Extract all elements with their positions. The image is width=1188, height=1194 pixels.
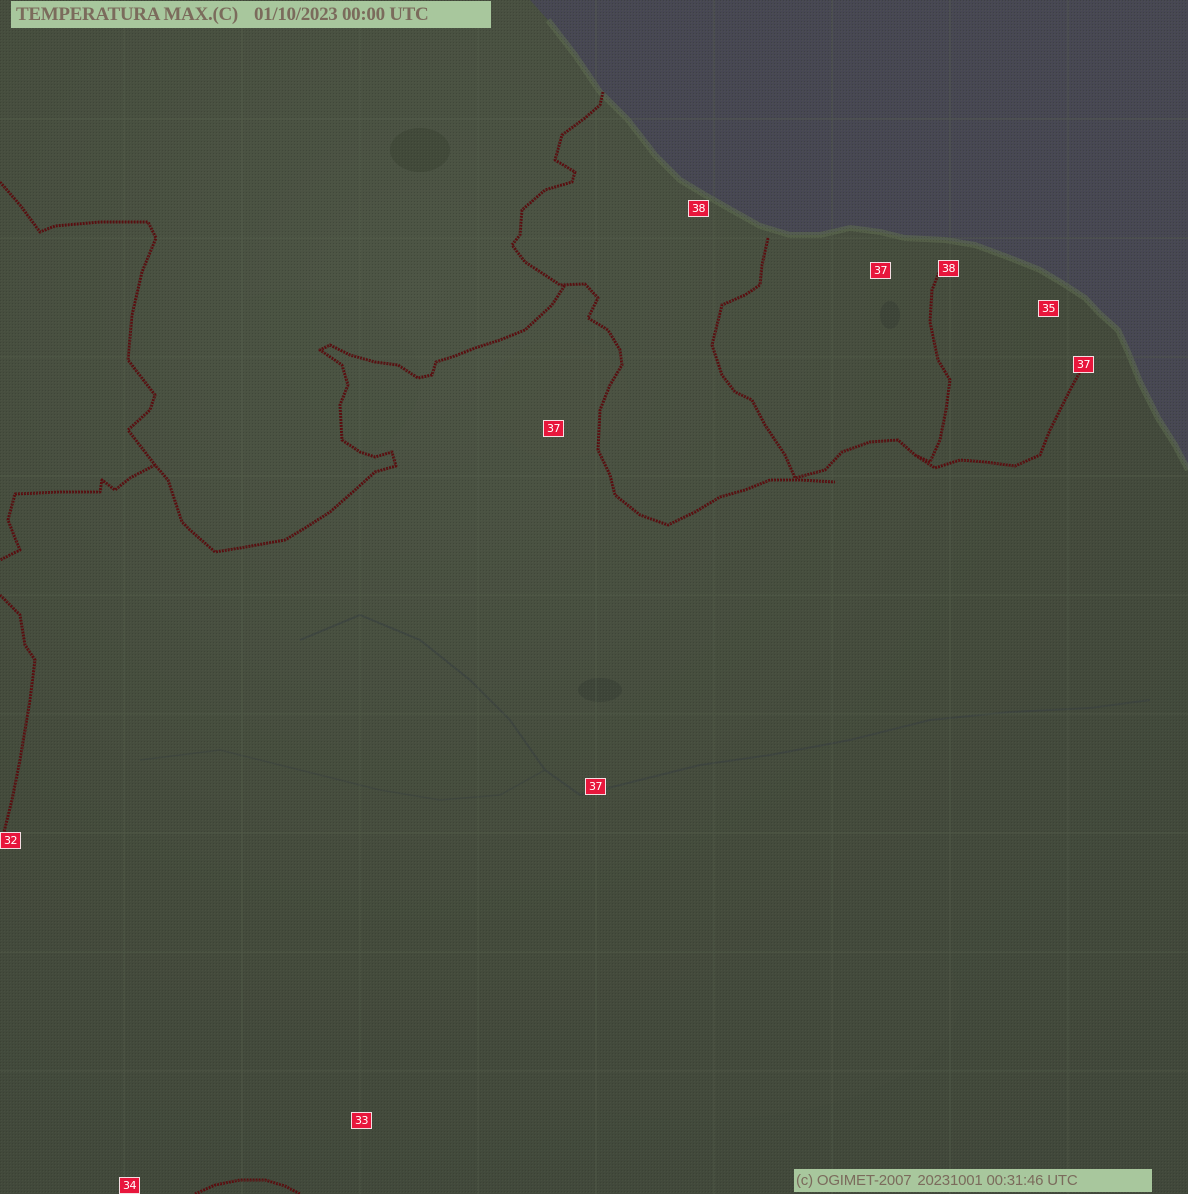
station-value: 33 xyxy=(355,1114,369,1127)
station-marker[interactable]: 33 xyxy=(351,1112,372,1129)
station-value: 37 xyxy=(1077,358,1091,371)
station-value: 35 xyxy=(1042,302,1056,315)
map-title-box: TEMPERATURA MAX.(C) 01/10/2023 00:00 UTC xyxy=(11,1,491,28)
station-marker[interactable]: 37 xyxy=(870,262,891,279)
station-marker[interactable]: 37 xyxy=(1073,356,1094,373)
station-marker[interactable]: 32 xyxy=(0,832,21,849)
station-marker[interactable]: 34 xyxy=(119,1177,140,1194)
station-value: 37 xyxy=(547,422,561,435)
station-marker[interactable]: 38 xyxy=(688,200,709,217)
texture-overlay xyxy=(0,0,1188,1194)
weather-map: TEMPERATURA MAX.(C) 01/10/2023 00:00 UTC … xyxy=(0,0,1188,1194)
map-datetime: 01/10/2023 00:00 UTC xyxy=(253,4,429,25)
credit-box: (c) OGIMET-2007 20231001 00:31:46 UTC xyxy=(794,1169,1152,1192)
station-value: 38 xyxy=(942,262,956,275)
station-marker[interactable]: 35 xyxy=(1038,300,1059,317)
station-marker[interactable]: 37 xyxy=(543,420,564,437)
station-value: 32 xyxy=(4,834,18,847)
map-canvas xyxy=(0,0,1188,1194)
credit-source: (c) OGIMET-2007 xyxy=(796,1172,912,1189)
credit-timestamp: 20231001 00:31:46 UTC xyxy=(917,1172,1078,1189)
station-marker[interactable]: 38 xyxy=(938,260,959,277)
station-value: 37 xyxy=(874,264,888,277)
station-value: 34 xyxy=(123,1179,137,1192)
station-marker[interactable]: 37 xyxy=(585,778,606,795)
map-title: TEMPERATURA MAX.(C) xyxy=(16,4,238,25)
station-value: 37 xyxy=(589,780,603,793)
station-value: 38 xyxy=(692,202,706,215)
